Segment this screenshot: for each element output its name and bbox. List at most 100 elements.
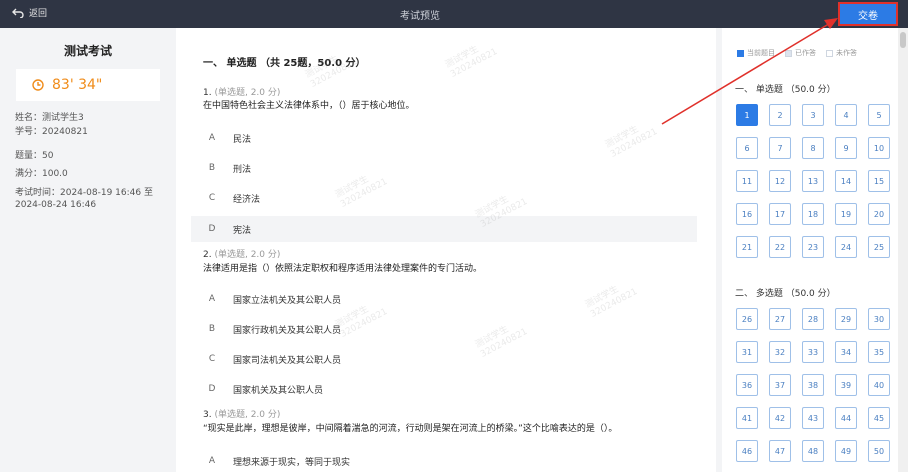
question-nav-30[interactable]: 30	[868, 308, 890, 330]
option-q2-b[interactable]: B 国家行政机关及其公职人员	[191, 316, 697, 342]
submit-exam-button[interactable]: 交卷	[838, 2, 898, 26]
question-nav-32[interactable]: 32	[769, 341, 791, 363]
question-nav-44[interactable]: 44	[835, 407, 857, 429]
page-title: 考试预览	[400, 11, 440, 22]
legend-current: 当前题目	[737, 48, 775, 58]
option-letter: B	[208, 324, 216, 334]
question-nav-4[interactable]: 4	[835, 104, 857, 126]
legend-label: 已作答	[795, 49, 816, 57]
question-nav-8[interactable]: 8	[802, 137, 824, 159]
option-text: 国家立法机关及其公职人员	[233, 295, 342, 306]
option-q2-d[interactable]: D 国家机关及其公职人员	[191, 376, 697, 402]
question-count: 题量：50	[15, 151, 54, 161]
legend-answered: 已作答	[785, 48, 816, 58]
question-nav-13[interactable]: 13	[802, 170, 824, 192]
question-number: 3.	[203, 410, 212, 420]
question-nav-34[interactable]: 34	[835, 341, 857, 363]
question-nav-41[interactable]: 41	[736, 407, 758, 429]
question-nav-23[interactable]: 23	[802, 236, 824, 258]
answer-section-label: 二、 多选题 （50.0 分）	[735, 289, 836, 299]
question-nav-35[interactable]: 35	[868, 341, 890, 363]
question-nav-12[interactable]: 12	[769, 170, 791, 192]
question-nav-6[interactable]: 6	[736, 137, 758, 159]
option-q1-c[interactable]: C 经济法	[191, 185, 697, 211]
student-id: 学号：20240821	[15, 127, 88, 137]
question-nav-38[interactable]: 38	[802, 374, 824, 396]
question-nav-19[interactable]: 19	[835, 203, 857, 225]
question-nav-26[interactable]: 26	[736, 308, 758, 330]
scrollbar[interactable]	[898, 28, 908, 472]
answer-legend: 当前题目 已作答 未作答	[737, 48, 857, 58]
question-nav-16[interactable]: 16	[736, 203, 758, 225]
question-nav-1[interactable]: 1	[736, 104, 758, 126]
question-nav-50[interactable]: 50	[868, 440, 890, 462]
exam-time-end: 2024-08-24 16:46	[15, 200, 97, 210]
answer-card: 当前题目 已作答 未作答 一、 单选题 （50.0 分） 1 2 3 4 5 6 7 8 9 10…	[722, 28, 898, 472]
question-nav-11[interactable]: 11	[736, 170, 758, 192]
option-letter: C	[208, 193, 216, 203]
top-bar: 返回 考试预览	[0, 0, 908, 28]
question-nav-25[interactable]: 25	[868, 236, 890, 258]
question-nav-15[interactable]: 15	[868, 170, 890, 192]
question-nav-45[interactable]: 45	[868, 407, 890, 429]
question-nav-10[interactable]: 10	[868, 137, 890, 159]
question-nav-22[interactable]: 22	[769, 236, 791, 258]
timer-value: 83' 34"	[52, 77, 103, 93]
option-text: 国家机关及其公职人员	[233, 385, 324, 396]
answer-grid-multi: 26 27 28 29 30 31 32 33 34 35 36 37 38 39 40 41 42 43 44 45…	[736, 308, 890, 462]
question-number: 2.	[203, 250, 212, 260]
question-number: 1.	[203, 88, 212, 98]
question-nav-18[interactable]: 18	[802, 203, 824, 225]
legend-unanswered: 未作答	[826, 48, 857, 58]
scrollbar-thumb[interactable]	[900, 32, 906, 48]
option-text: 刑法	[233, 164, 252, 175]
exam-time-start: 考试时间：2024-08-19 16:46 至	[15, 188, 153, 198]
answer-grid-single: 1 2 3 4 5 6 7 8 9 10 11 12 13 14 15 16 17 18 19 20 21 22 23 24 2…	[736, 104, 890, 258]
question-nav-31[interactable]: 31	[736, 341, 758, 363]
question-nav-17[interactable]: 17	[769, 203, 791, 225]
question-nav-7[interactable]: 7	[769, 137, 791, 159]
option-q1-b[interactable]: B 刑法	[191, 155, 697, 181]
full-score: 满分：100.0	[15, 169, 68, 179]
option-q1-d[interactable]: D 宪法	[191, 216, 697, 242]
countdown-timer: 83' 34"	[16, 69, 160, 101]
question-nav-29[interactable]: 29	[835, 308, 857, 330]
answer-section-label: 一、 单选题 （50.0 分）	[735, 85, 836, 95]
question-nav-21[interactable]: 21	[736, 236, 758, 258]
question-nav-27[interactable]: 27	[769, 308, 791, 330]
question-nav-40[interactable]: 40	[868, 374, 890, 396]
question-nav-36[interactable]: 36	[736, 374, 758, 396]
option-q3-a[interactable]: A 理想来源于现实，等同于现实	[191, 448, 697, 472]
question-nav-37[interactable]: 37	[769, 374, 791, 396]
option-letter: A	[208, 294, 216, 304]
question-nav-33[interactable]: 33	[802, 341, 824, 363]
student-name: 姓名：测试学生3	[15, 113, 84, 123]
option-q2-a[interactable]: A 国家立法机关及其公职人员	[191, 286, 697, 312]
question-meta: (单选题, 2.0 分)	[214, 410, 281, 420]
question-nav-43[interactable]: 43	[802, 407, 824, 429]
option-letter: A	[208, 456, 216, 466]
option-letter: A	[208, 133, 216, 143]
question-meta: (单选题, 2.0 分)	[214, 250, 281, 260]
question-nav-24[interactable]: 24	[835, 236, 857, 258]
option-text: 宪法	[233, 225, 252, 236]
question-nav-46[interactable]: 46	[736, 440, 758, 462]
question-nav-9[interactable]: 9	[835, 137, 857, 159]
question-nav-20[interactable]: 20	[868, 203, 890, 225]
question-nav-28[interactable]: 28	[802, 308, 824, 330]
exam-info-panel: 测试考试 83' 34" 姓名：测试学生3 学号：20240821 题量：50 …	[0, 28, 176, 472]
question-nav-48[interactable]: 48	[802, 440, 824, 462]
option-q1-a[interactable]: A 民法	[191, 125, 697, 151]
question-nav-39[interactable]: 39	[835, 374, 857, 396]
section-title: 一、 单选题 （共 25题，50.0 分）	[203, 58, 366, 69]
question-nav-2[interactable]: 2	[769, 104, 791, 126]
option-letter: D	[208, 224, 216, 234]
question-nav-42[interactable]: 42	[769, 407, 791, 429]
option-q2-c[interactable]: C 国家司法机关及其公职人员	[191, 346, 697, 372]
question-nav-5[interactable]: 5	[868, 104, 890, 126]
question-nav-47[interactable]: 47	[769, 440, 791, 462]
question-nav-14[interactable]: 14	[835, 170, 857, 192]
question-nav-49[interactable]: 49	[835, 440, 857, 462]
question-nav-3[interactable]: 3	[802, 104, 824, 126]
legend-label: 当前题目	[747, 49, 775, 57]
